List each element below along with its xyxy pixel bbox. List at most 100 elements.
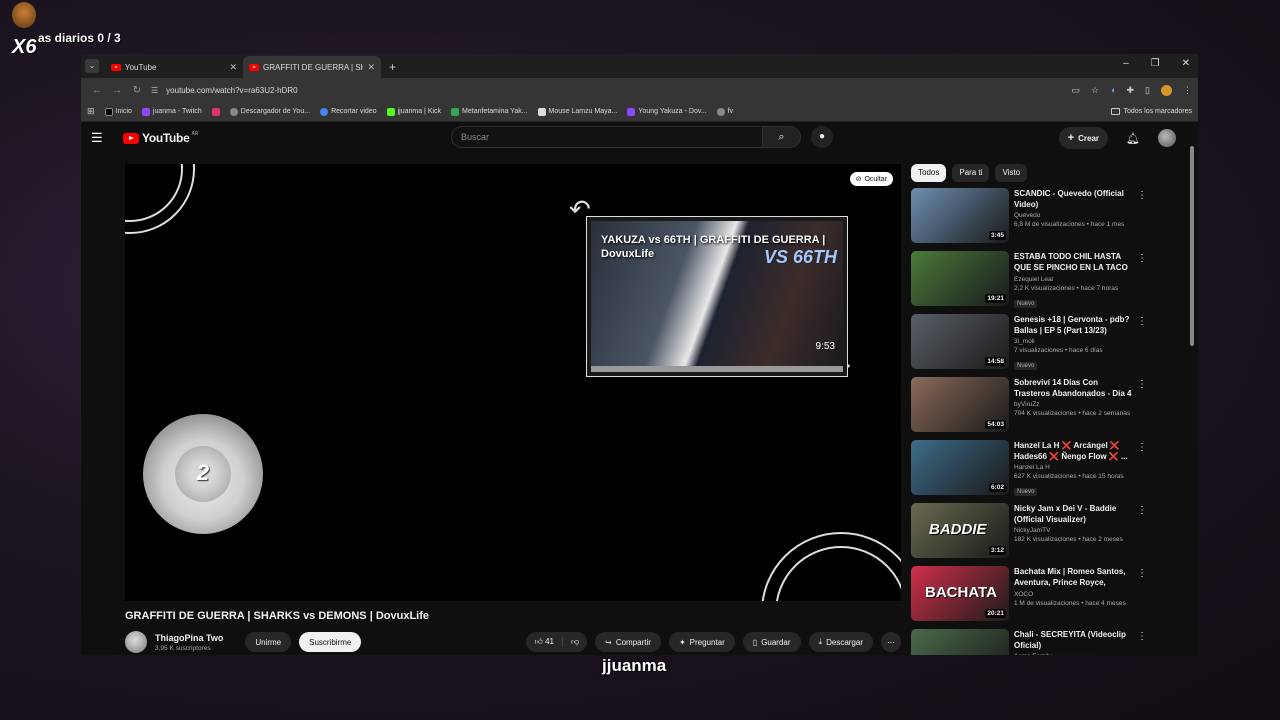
endscreen-video-card[interactable]: VS 66TH YAKUZA vs 66TH | GRAFFITI DE GUE… [586,216,848,377]
scrollbar-thumb[interactable] [1190,146,1194,346]
more-vertical-icon[interactable]: ⋮ [1137,442,1147,453]
youtube-logo[interactable]: YouTube AR [123,131,198,145]
recommendation-title[interactable]: Bachata Mix | Romeo Santos, Aventura, Pr… [1014,566,1132,589]
save-button[interactable]: ▯ Guardar [742,632,801,652]
recommendation-title[interactable]: Hanzel La H ❌ Arcángel ❌ Hades66 ❌ Ñengo… [1014,440,1132,462]
recommendation-title[interactable]: Sobreviví 14 Días Con Trasteros Abandona… [1014,377,1132,399]
close-tab-icon[interactable]: ✕ [229,62,237,73]
recommendation-item[interactable]: 19:21 ESTABA TODO CHIL HASTA QUE SE PINCH… [911,251,1151,314]
recommendation-thumbnail[interactable]: 19:21 [911,251,1009,306]
bookmark-item[interactable]: Mouse Lamzu Maya... [537,107,617,116]
minimize-icon[interactable]: – [1123,58,1129,69]
bookmark-item[interactable]: Descargador de You... [229,107,310,116]
search-input[interactable]: Buscar [451,126,763,148]
recommendation-channel[interactable]: Hanzel La H [1014,464,1132,471]
recommendation-item[interactable]: 14:58 Genesis +18 | Gervonta - pdb? Balla… [911,314,1151,377]
dislike-button[interactable]: 👎︎ [563,637,587,647]
reload-icon[interactable]: ↻ [127,85,147,96]
tab-graffiti[interactable]: GRAFFITI DE GUERRA | SHARKS ✕ [243,56,381,78]
bookmark-star-icon[interactable]: ☆ [1091,85,1099,96]
tab-search-button[interactable]: ⌄ [85,59,99,73]
more-vertical-icon[interactable]: ⋮ [1137,379,1147,390]
more-vertical-icon[interactable]: ⋮ [1137,631,1147,642]
filter-chip[interactable]: Visto [995,164,1028,182]
filter-chip[interactable]: Para ti [952,164,990,182]
recommendation-channel[interactable]: Acme Family [1014,653,1132,655]
profile-avatar[interactable] [1161,84,1172,96]
subscribe-button[interactable]: Suscribirme [299,632,362,652]
recommendation-item[interactable]: BACHATA 20:21 Bachata Mix | Romeo Santos, … [911,566,1151,629]
voice-search-button[interactable]: ● [811,126,833,148]
recommendation-item[interactable]: Chali - SECREYITA (Videoclip Oficial) Acm… [911,629,1151,655]
bookmark-item[interactable]: Young Yakuza - Dov... [627,107,707,116]
back-icon[interactable]: ← [87,85,107,96]
recommendation-channel[interactable]: Quevedo [1014,212,1132,219]
site-info-icon[interactable]: ☰ [151,86,158,95]
more-vertical-icon[interactable]: ⋮ [1137,505,1147,516]
recommendation-item[interactable]: BADDIE 3:12 Nicky Jam x Dei V - Baddie (Of… [911,503,1151,566]
extensions-icon[interactable]: ✚ [1127,85,1135,96]
video-player[interactable]: ↶ ↷ VS 66TH YAKUZA vs 66TH | GRAFFITI DE… [125,164,901,601]
like-button[interactable]: 👍︎ 41 [526,637,563,647]
recommendation-title[interactable]: SCANDIC - Quevedo (Official Video) [1014,188,1132,210]
recommendation-channel[interactable]: NickyJamTV [1014,527,1132,534]
recommendation-title[interactable]: Nicky Jam x Dei V - Baddie (Official Vis… [1014,503,1132,525]
share-button[interactable]: ↪ Compartir [595,632,661,652]
recommendation-title[interactable]: Chali - SECREYITA (Videoclip Oficial) [1014,629,1132,651]
notifications-bell-icon[interactable]: 🔔︎ [1126,132,1140,145]
recommendation-thumbnail[interactable]: BADDIE 3:12 [911,503,1009,558]
bookmark-item[interactable]: Recortar video [320,107,377,116]
bookmark-item[interactable]: Metanfetamina Yak... [451,107,528,116]
more-vertical-icon[interactable]: ⋮ [1137,190,1147,201]
close-tab-icon[interactable]: ✕ [367,62,375,73]
hamburger-menu-icon[interactable]: ☰ [91,130,111,146]
menu-kebab-icon[interactable]: ⋮ [1183,85,1192,96]
bookmark-item[interactable]: juanma - Twitch [141,107,202,116]
hide-endscreen-button[interactable]: ⊘ Ocultar [849,172,893,186]
restore-icon[interactable]: ❐ [1151,58,1160,69]
recommendation-thumbnail[interactable] [911,629,1009,655]
channel-avatar[interactable] [125,631,147,653]
recommendation-item[interactable]: 6:02 Hanzel La H ❌ Arcángel ❌ Hades66 ❌ Ñ… [911,440,1151,503]
more-vertical-icon[interactable]: ⋮ [1137,316,1147,327]
more-actions-button[interactable]: ⋯ [881,632,901,652]
address-bar[interactable]: ☰ youtube.com/watch?v=ra63U2-hDR0 [151,81,1063,99]
join-button[interactable]: Unirme [245,632,292,652]
all-bookmarks[interactable]: Todos los marcadores [1110,108,1192,115]
bookmark-item[interactable] [211,107,220,116]
ask-button[interactable]: ✦ Preguntar [668,632,735,652]
recommendation-item[interactable]: 3:45 SCANDIC - Quevedo (Official Video) Qu… [911,188,1151,251]
tab-youtube[interactable]: YouTube ✕ [105,56,243,78]
filter-chip[interactable]: Todos [911,164,947,182]
recommendation-item[interactable]: 54:03 Sobreviví 14 Días Con Trasteros Aba… [911,377,1151,440]
forward-icon[interactable]: → [107,85,127,96]
more-vertical-icon[interactable]: ⋮ [1137,568,1147,579]
recommendation-channel[interactable]: Ezequiel Leal [1014,276,1132,283]
subscribe-endscreen-element[interactable]: 2 [143,414,263,534]
recommendation-thumbnail[interactable]: 3:45 [911,188,1009,243]
recommendation-channel[interactable]: byViruZz [1014,401,1132,408]
account-avatar[interactable] [1158,129,1176,147]
page-scrollbar[interactable] [1190,136,1196,655]
recommendation-title[interactable]: Genesis +18 | Gervonta - pdb? Ballas | E… [1014,314,1132,336]
download-button[interactable]: ⤓ Descargar [808,632,873,652]
close-window-icon[interactable]: ✕ [1182,58,1190,69]
recommendation-thumbnail[interactable]: 14:58 [911,314,1009,369]
more-vertical-icon[interactable]: ⋮ [1137,253,1147,264]
apps-grid-icon[interactable]: ⊞ [87,106,95,117]
create-button[interactable]: + Crear [1058,127,1109,149]
channel-name[interactable]: ThiagoPina Two [155,633,223,643]
recommendation-thumbnail[interactable]: BACHATA 20:21 [911,566,1009,621]
bookmark-item[interactable]: Inicio [104,107,132,116]
recommendation-channel[interactable]: XOCO [1014,591,1132,598]
recommendation-thumbnail[interactable]: 54:03 [911,377,1009,432]
sidebar-icon[interactable]: ▯ [1145,85,1150,96]
bookmark-item[interactable]: fv [716,107,733,116]
bookmark-item[interactable]: jjuanma | Kick [386,107,441,116]
recommendation-thumbnail[interactable]: 6:02 [911,440,1009,495]
cast-icon[interactable]: ▭ [1071,85,1080,96]
recommendation-channel[interactable]: 3l_moli [1014,338,1132,345]
recommendation-title[interactable]: ESTABA TODO CHIL HASTA QUE SE PINCHO EN … [1014,251,1132,274]
search-button[interactable]: ⌕ [763,126,801,148]
new-tab-button[interactable]: + [389,60,396,74]
